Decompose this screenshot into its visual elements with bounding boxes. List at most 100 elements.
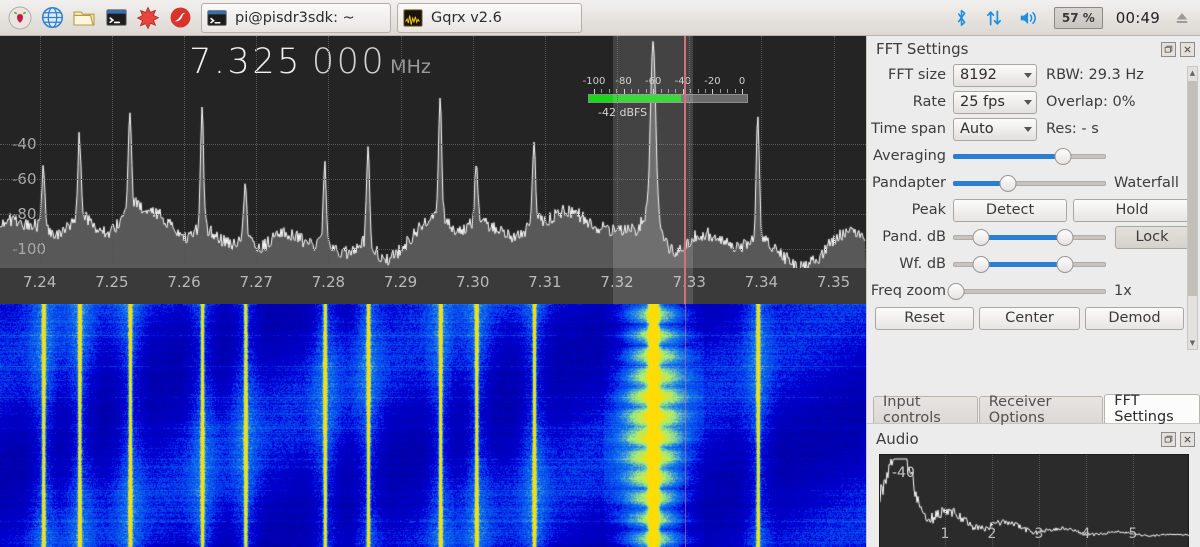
slider-handle-high[interactable] xyxy=(1056,255,1074,273)
waterfall-plot[interactable] xyxy=(0,304,866,547)
pandapter-row: Pandapter Waterfall xyxy=(867,170,1200,196)
slider-handle[interactable] xyxy=(999,174,1017,192)
slider-handle-high[interactable] xyxy=(1056,228,1074,246)
scroll-down-icon[interactable]: ▼ xyxy=(1188,337,1197,349)
audio-x-tick: 2 xyxy=(987,526,997,542)
tab-input-controls[interactable]: Input controls xyxy=(873,394,978,426)
taskbar-window-title: Gqrx v2.6 xyxy=(431,9,502,26)
slider-handle[interactable] xyxy=(947,282,965,300)
taskbar-tray: 57 % 00:49 xyxy=(952,6,1200,29)
pandapter-plot[interactable]: -40 -60 -80 -100 7.325 000 MHz -100 -80 -60-… xyxy=(0,36,866,268)
fft-settings-panel: FFT Settings FFT size 8192 RBW: 29.3 Hz xyxy=(867,36,1200,355)
rate-value: 25 fps xyxy=(960,94,1005,110)
fft-panel-title: FFT Settings xyxy=(876,40,969,58)
terminal-icon[interactable] xyxy=(101,3,131,33)
taskbar-window-terminal[interactable]: pi@pisdr3sdk: ~ xyxy=(201,2,391,33)
taskbar-window-title: pi@pisdr3sdk: ~ xyxy=(235,9,355,26)
spectrum-trace xyxy=(0,36,866,268)
fft-panel-scrollbar[interactable]: ▲ ▼ xyxy=(1187,66,1198,350)
frequency-axis: 7.24 7.25 7.26 7.27 7.28 7.29 7.30 7.31 7.32 7.33… xyxy=(0,268,866,304)
frequency-tick-label: 7.28 xyxy=(311,273,346,291)
slider-handle-low[interactable] xyxy=(972,255,990,273)
float-panel-icon[interactable] xyxy=(1161,431,1176,447)
pandapter-label: Pandapter xyxy=(871,175,946,191)
frequency-tick-label: 7.24 xyxy=(22,273,57,291)
time-span-value: Auto xyxy=(960,121,994,137)
scrollbar-thumb[interactable] xyxy=(1188,81,1197,296)
audio-spectrum-plot[interactable]: -40 1 2 3 4 5 xyxy=(879,454,1190,547)
frequency-tick-label: 7.31 xyxy=(528,273,562,291)
frequency-tick-label: 7.29 xyxy=(383,273,418,291)
spectrum-waterfall-area[interactable]: -40 -60 -80 -100 7.325 000 MHz -100 -80 -60-… xyxy=(0,36,866,547)
frequency-tick-label: 7.25 xyxy=(95,273,129,291)
demod-button[interactable]: Demod xyxy=(1085,306,1184,330)
peak-hold-button[interactable]: Hold xyxy=(1073,198,1191,222)
reset-button[interactable]: Reset xyxy=(875,306,974,330)
wolfram-icon[interactable] xyxy=(165,3,195,33)
averaging-slider[interactable] xyxy=(953,146,1106,166)
volume-icon[interactable] xyxy=(1017,7,1041,29)
frequency-tick-label: 7.27 xyxy=(239,273,273,291)
pand-db-label: Pand. dB xyxy=(882,229,946,245)
time-span-label: Time span xyxy=(871,121,946,137)
fft-action-buttons: Reset Center Demod xyxy=(867,305,1200,331)
pand-db-row: Pand. dB Lock xyxy=(867,224,1200,250)
frequency-tick-label: 7.35 xyxy=(816,273,851,291)
fft-size-row: FFT size 8192 RBW: 29.3 Hz xyxy=(867,62,1200,88)
chevron-down-icon xyxy=(1024,99,1032,105)
raspberry-menu-icon[interactable] xyxy=(5,3,35,33)
frequency-tick-label: 7.26 xyxy=(167,273,201,291)
battery-indicator[interactable]: 57 % xyxy=(1053,6,1103,29)
taskbar-window-gqrx[interactable]: Gqrx v2.6 xyxy=(397,2,582,33)
chevron-down-icon xyxy=(1024,72,1032,78)
web-browser-icon[interactable] xyxy=(37,3,67,33)
lock-button[interactable]: Lock xyxy=(1115,225,1189,249)
tuning-line[interactable] xyxy=(684,36,686,304)
slider-handle-low[interactable] xyxy=(972,228,990,246)
scroll-up-icon[interactable]: ▲ xyxy=(1188,67,1197,79)
fft-panel-titlebar: FFT Settings xyxy=(867,36,1200,62)
meter-tick-label: -20 xyxy=(704,76,721,87)
audio-x-tick: 4 xyxy=(1081,526,1091,542)
freq-zoom-label: Freq zoom xyxy=(870,283,946,299)
file-manager-icon[interactable] xyxy=(69,3,99,33)
peak-label: Peak xyxy=(911,202,946,218)
rate-combo[interactable]: 25 fps xyxy=(953,90,1037,114)
clock[interactable]: 00:49 xyxy=(1116,9,1160,27)
wf-db-range-slider[interactable] xyxy=(953,254,1106,274)
resolution-info: Res: - s xyxy=(1046,121,1099,137)
eject-icon[interactable] xyxy=(1173,8,1191,28)
audio-panel-titlebar: Audio xyxy=(867,426,1200,452)
audio-x-tick: 3 xyxy=(1034,526,1044,542)
float-panel-icon[interactable] xyxy=(1161,41,1176,57)
slider-handle[interactable] xyxy=(1054,147,1072,165)
frequency-tick-label: 7.34 xyxy=(744,273,779,291)
peak-detect-button[interactable]: Detect xyxy=(953,198,1067,222)
pandapter-slider[interactable] xyxy=(953,173,1106,193)
waterfall-tuning-line xyxy=(685,304,686,547)
tab-receiver-options[interactable]: Receiver Options xyxy=(978,394,1104,426)
overlap-info: Overlap: 0% xyxy=(1046,94,1136,110)
fft-size-label: FFT size xyxy=(887,67,946,83)
close-panel-icon[interactable] xyxy=(1180,41,1195,57)
taskbar-launchers xyxy=(0,3,195,33)
demod-bandwidth-selection[interactable] xyxy=(613,36,693,304)
audio-x-tick: 5 xyxy=(1128,526,1138,542)
waterfall-image xyxy=(0,304,866,547)
pand-db-range-slider[interactable] xyxy=(953,227,1106,247)
gqrx-icon xyxy=(403,8,423,27)
freq-zoom-slider[interactable] xyxy=(947,281,1106,301)
averaging-row: Averaging xyxy=(867,143,1200,169)
network-updown-icon[interactable] xyxy=(984,7,1004,29)
mathematica-icon[interactable] xyxy=(133,3,163,33)
time-span-combo[interactable]: Auto xyxy=(953,117,1037,141)
right-dock: FFT Settings FFT size 8192 RBW: 29.3 Hz xyxy=(866,36,1200,547)
bluetooth-icon[interactable] xyxy=(952,7,971,29)
center-button[interactable]: Center xyxy=(979,306,1080,330)
close-panel-icon[interactable] xyxy=(1180,431,1195,447)
tab-fft-settings[interactable]: FFT Settings xyxy=(1104,393,1200,425)
fft-size-combo[interactable]: 8192 xyxy=(953,63,1037,87)
terminal-icon xyxy=(207,9,227,26)
audio-x-tick: 1 xyxy=(940,526,950,542)
peak-row: Peak Detect Hold xyxy=(867,197,1200,223)
